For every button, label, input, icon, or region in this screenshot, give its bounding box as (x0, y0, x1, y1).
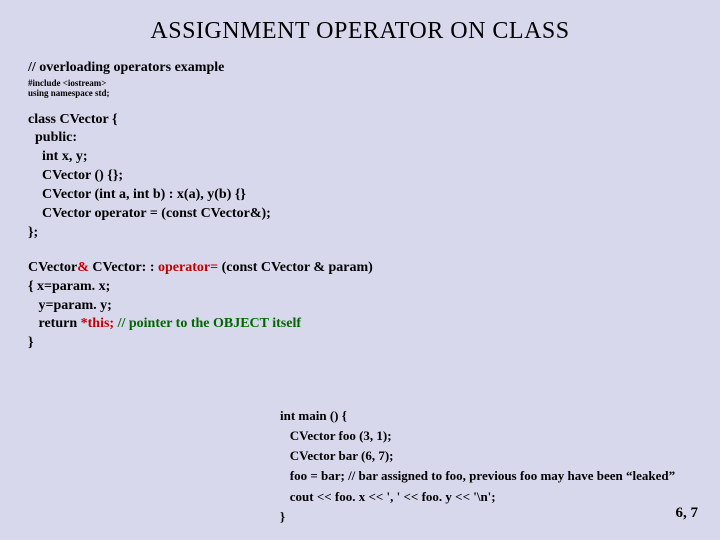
class-line: CVector () {}; (28, 167, 692, 186)
op-line: y=param. y; (28, 297, 692, 316)
op-this: *this; (81, 316, 114, 331)
op-return-comment: // pointer to the OBJECT itself (114, 316, 301, 331)
class-line: class CVector { (28, 111, 692, 130)
spacer (28, 243, 692, 255)
slide: ASSIGNMENT OPERATOR ON CLASS // overload… (0, 0, 720, 540)
op-ret-type: CVector (28, 260, 77, 275)
op-params: (const CVector & param) (218, 260, 373, 275)
slide-title: ASSIGNMENT OPERATOR ON CLASS (28, 18, 692, 45)
main-line: cout << foo. x << ', ' << foo. y << '\n'… (280, 487, 710, 507)
spacer (28, 99, 692, 111)
class-line: CVector (int a, int b) : x(a), y(b) {} (28, 186, 692, 205)
op-line: { x=param. x; (28, 278, 692, 297)
op-line: CVector& CVector: : operator= (const CVe… (28, 259, 692, 278)
main-line: foo = bar; // bar assigned to foo, previ… (280, 466, 710, 486)
op-return: return (28, 316, 81, 331)
op-keyword: operator= (158, 260, 218, 275)
class-line: int x, y; (28, 148, 692, 167)
program-output: 6, 7 (676, 505, 699, 522)
main-line: CVector bar (6, 7); (280, 446, 710, 466)
main-block: int main () { CVector foo (3, 1); CVecto… (280, 406, 710, 527)
main-line: } (280, 507, 710, 527)
op-scope: CVector: : (89, 260, 158, 275)
class-line: CVector operator = (const CVector&); (28, 205, 692, 224)
code-using: using namespace std; (28, 88, 692, 98)
code-include: #include <iostream> (28, 78, 692, 88)
class-line: public: (28, 129, 692, 148)
operator-def-block: CVector& CVector: : operator= (const CVe… (28, 259, 692, 353)
op-line: } (28, 334, 692, 353)
op-line: return *this; // pointer to the OBJECT i… (28, 315, 692, 334)
class-line: }; (28, 224, 692, 243)
main-line: CVector foo (3, 1); (280, 426, 710, 446)
main-line: int main () { (280, 406, 710, 426)
code-comment: // overloading operators example (28, 59, 692, 78)
op-ref-amp: & (77, 260, 89, 275)
